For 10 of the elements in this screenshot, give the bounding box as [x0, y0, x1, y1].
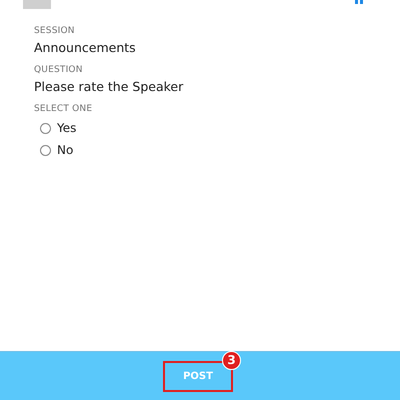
field-label: SESSION — [34, 25, 75, 37]
radio-button[interactable] — [40, 144, 51, 156]
radio-button[interactable] — [40, 122, 51, 134]
field-value: Please rate the Speaker — [34, 78, 184, 95]
option-label[interactable]: Yes — [57, 121, 76, 135]
step-badge: 3 — [222, 350, 241, 370]
field-label: QUESTION — [34, 64, 83, 76]
field-value: Announcements — [34, 39, 136, 56]
option-label[interactable]: No — [57, 143, 74, 157]
field-label: SELECT ONE — [34, 103, 92, 115]
